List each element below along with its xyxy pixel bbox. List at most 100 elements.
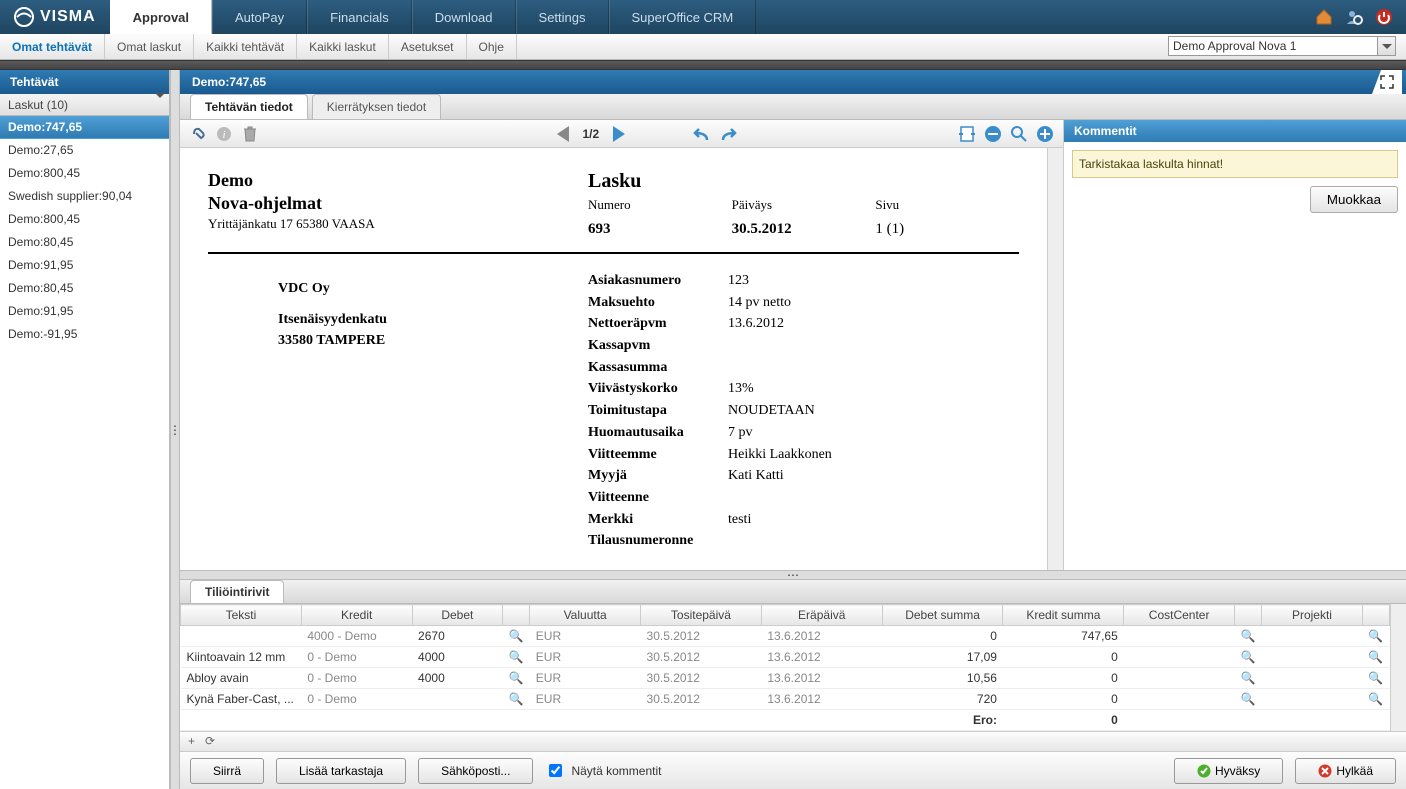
lookup-icon[interactable]: 🔍 [509, 650, 524, 664]
add-row-icon[interactable]: + [188, 734, 195, 748]
zoom-out-icon[interactable] [983, 124, 1003, 144]
task-item[interactable]: Demo:80,45 [0, 277, 169, 300]
grid-row[interactable]: Kiintoavain 12 mm0 - Demo4000🔍EUR30.5.20… [181, 647, 1390, 668]
grid-column-header[interactable]: Kredit summa [1003, 605, 1124, 626]
reject-button[interactable]: Hylkää [1295, 758, 1396, 784]
next-page-icon[interactable] [609, 124, 629, 144]
org-select[interactable]: Demo Approval Nova 1 [1168, 36, 1396, 56]
sub-tab-2[interactable]: Kaikki tehtävät [194, 34, 297, 59]
grid-column-header[interactable] [503, 605, 530, 626]
grid-column-header[interactable]: Kredit [301, 605, 412, 626]
grid-column-header[interactable]: Debet summa [882, 605, 1003, 626]
detail-tab-1[interactable]: Kierrätyksen tiedot [312, 94, 441, 119]
util-icons [1314, 0, 1406, 34]
grid-row[interactable]: 4000 - Demo2670🔍EUR30.5.201213.6.2012074… [181, 626, 1390, 647]
sender-name: Demo [208, 170, 588, 191]
undo-icon[interactable] [692, 124, 712, 144]
grid-column-header[interactable]: Teksti [181, 605, 302, 626]
accounting-tab[interactable]: Tiliöintirivit [190, 580, 284, 603]
show-comments-checkbox[interactable]: Näytä kommentit [545, 761, 661, 780]
lookup-icon[interactable]: 🔍 [1241, 629, 1256, 643]
task-item[interactable]: Demo:-91,95 [0, 323, 169, 346]
grid-column-header[interactable]: Eräpäivä [761, 605, 882, 626]
grid-column-header[interactable]: Tositepäivä [641, 605, 762, 626]
task-item[interactable]: Swedish supplier:90,04 [0, 185, 169, 208]
action-bar: Siirrä Lisää tarkastaja Sähköposti... Nä… [180, 751, 1406, 789]
main-tab-superoffice-crm[interactable]: SuperOffice CRM [609, 0, 757, 34]
lookup-icon[interactable]: 🔍 [1368, 629, 1383, 643]
task-item[interactable]: Demo:80,45 [0, 231, 169, 254]
edit-comment-button[interactable]: Muokkaa [1310, 186, 1398, 213]
scrollbar-vertical[interactable] [1047, 148, 1063, 570]
detail-tab-0[interactable]: Tehtävän tiedot [190, 94, 308, 119]
main-tabs: ApprovalAutoPayFinancialsDownloadSetting… [110, 0, 756, 34]
grid-column-header[interactable]: Debet [412, 605, 503, 626]
info-icon[interactable]: i [214, 124, 234, 144]
splitter-horizontal[interactable]: ⋯ [180, 570, 1406, 580]
grid-scrollbar[interactable] [1390, 604, 1406, 731]
document-toolbar: i 1/2 [180, 120, 1063, 148]
lookup-icon[interactable]: 🔍 [509, 692, 524, 706]
sub-tab-3[interactable]: Kaikki laskut [297, 34, 389, 59]
lookup-icon[interactable]: 🔍 [1368, 692, 1383, 706]
sub-tab-0[interactable]: Omat tehtävät [0, 34, 105, 59]
grid-column-header[interactable] [1235, 605, 1262, 626]
sub-tab-5[interactable]: Ohje [467, 34, 517, 59]
grid-column-header[interactable]: CostCenter [1124, 605, 1235, 626]
left-panel-title: Tehtävät [0, 70, 169, 94]
lookup-icon[interactable]: 🔍 [1241, 692, 1256, 706]
grid-column-header[interactable]: Projekti [1262, 605, 1363, 626]
lookup-icon[interactable]: 🔍 [509, 629, 524, 643]
sub-tab-4[interactable]: Asetukset [389, 34, 467, 59]
task-item[interactable]: Demo:800,45 [0, 162, 169, 185]
grid-column-header[interactable]: Valuutta [530, 605, 641, 626]
lookup-icon[interactable]: 🔍 [1241, 650, 1256, 664]
move-button[interactable]: Siirrä [190, 758, 264, 784]
sub-tabs: Omat tehtävätOmat laskutKaikki tehtävätK… [0, 34, 517, 59]
number-value: 693 [588, 221, 732, 238]
splitter-vertical[interactable]: ⋮ [170, 70, 180, 789]
lookup-icon[interactable]: 🔍 [509, 671, 524, 685]
sub-tab-1[interactable]: Omat laskut [105, 34, 194, 59]
task-item[interactable]: Demo:800,45 [0, 208, 169, 231]
refresh-icon[interactable]: ⟳ [205, 734, 215, 748]
task-item[interactable]: Demo:27,65 [0, 139, 169, 162]
date-label: Päiväys [732, 197, 876, 213]
lookup-icon[interactable]: 🔍 [1368, 650, 1383, 664]
lookup-icon[interactable]: 🔍 [1368, 671, 1383, 685]
trash-icon[interactable] [240, 124, 260, 144]
redo-icon[interactable] [718, 124, 738, 144]
home-icon[interactable] [1314, 7, 1334, 27]
main-tab-approval[interactable]: Approval [110, 0, 212, 34]
main-tab-financials[interactable]: Financials [307, 0, 412, 34]
number-label: Numero [588, 197, 732, 213]
settings-user-icon[interactable] [1344, 7, 1364, 27]
main-tab-download[interactable]: Download [412, 0, 516, 34]
approve-button[interactable]: Hyväksy [1174, 758, 1283, 784]
zoom-in-icon[interactable] [1035, 124, 1055, 144]
main-tab-autopay[interactable]: AutoPay [212, 0, 307, 34]
grid-row[interactable]: Kynä Faber-Cast, ...0 - Demo🔍EUR30.5.201… [181, 689, 1390, 710]
show-comments-input[interactable] [549, 764, 562, 777]
attachment-icon[interactable] [188, 124, 208, 144]
invoice-field: Asiakasnumero123 [588, 270, 1019, 292]
power-icon[interactable] [1374, 7, 1394, 27]
left-filter[interactable]: Laskut (10) [0, 94, 169, 116]
fit-width-icon[interactable] [957, 124, 977, 144]
email-button[interactable]: Sähköposti... [418, 758, 533, 784]
sub-bar: Omat tehtävätOmat laskutKaikki tehtävätK… [0, 34, 1406, 60]
prev-page-icon[interactable] [552, 124, 572, 144]
task-item[interactable]: Demo:91,95 [0, 254, 169, 277]
document-scroll[interactable]: Demo Nova-ohjelmat Yrittäjänkatu 17 6538… [180, 148, 1047, 570]
grid-row[interactable]: Abloy avain0 - Demo4000🔍EUR30.5.201213.6… [181, 668, 1390, 689]
add-reviewer-button[interactable]: Lisää tarkastaja [276, 758, 406, 784]
left-panel: Tehtävät Laskut (10) Demo:747,65Demo:27,… [0, 70, 170, 789]
task-item[interactable]: Demo:747,65 [0, 116, 169, 139]
main-tab-settings[interactable]: Settings [516, 0, 609, 34]
chevron-down-icon [155, 98, 165, 112]
lookup-icon[interactable]: 🔍 [1241, 671, 1256, 685]
expand-icon[interactable] [1372, 70, 1402, 94]
grid-column-header[interactable] [1362, 605, 1389, 626]
zoom-icon[interactable] [1009, 124, 1029, 144]
task-item[interactable]: Demo:91,95 [0, 300, 169, 323]
